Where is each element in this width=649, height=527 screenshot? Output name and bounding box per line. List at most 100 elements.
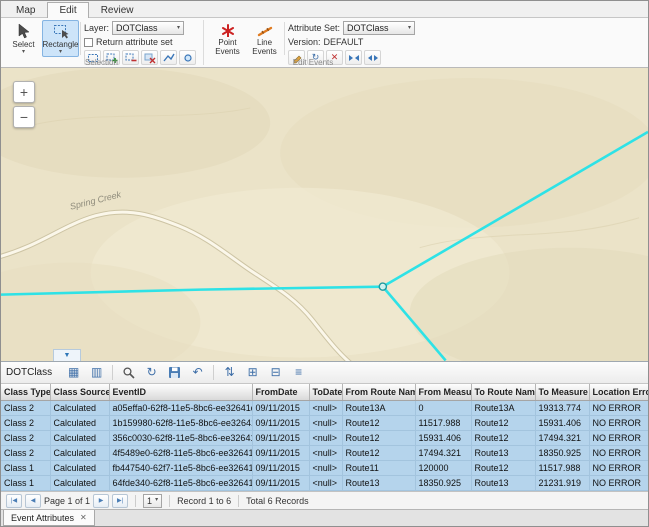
table-cell[interactable]: 11517.988 xyxy=(415,416,471,431)
column-header[interactable]: Class Source xyxy=(50,384,109,401)
return-attribute-set-checkbox[interactable] xyxy=(84,38,93,47)
table-row[interactable]: Class 2Calculateda05effa0-62f8-11e5-8bc6… xyxy=(1,401,649,416)
table-cell[interactable]: Route12 xyxy=(342,416,415,431)
refresh-records-button[interactable]: ↻ xyxy=(141,363,162,382)
table-cell[interactable]: 356c0030-62f8-11e5-8bc6-ee32641d5ec9 xyxy=(109,431,252,446)
table-row[interactable]: Class 1Calculated64fde340-62f8-11e5-8bc6… xyxy=(1,476,649,491)
layer-select[interactable]: DOTClass ▾ xyxy=(112,21,184,35)
panel-options-button[interactable]: ≡ xyxy=(288,363,309,382)
select-tool-button[interactable]: Select ▾ xyxy=(5,20,42,57)
table-cell[interactable]: a05effa0-62f8-11e5-8bc6-ee32641d5ec9 xyxy=(109,401,252,416)
rectangle-select-tool-button[interactable]: Rectangle ▾ xyxy=(42,20,79,57)
table-cell[interactable]: Calculated xyxy=(50,476,109,491)
map-viewport[interactable]: Spring Creek + − ▼ xyxy=(1,68,648,361)
table-cell[interactable]: <null> xyxy=(309,476,342,491)
table-row[interactable]: Class 2Calculated1b159980-62f8-11e5-8bc6… xyxy=(1,416,649,431)
table-cell[interactable]: Route12 xyxy=(342,446,415,461)
table-cell[interactable]: Route13A xyxy=(471,401,535,416)
first-page-button[interactable]: |◀ xyxy=(6,494,22,508)
table-row[interactable]: Class 2Calculated4f5489e0-62f8-11e5-8bc6… xyxy=(1,446,649,461)
zoom-to-record-button[interactable] xyxy=(118,363,139,382)
column-header[interactable]: Class Type xyxy=(1,384,50,401)
table-cell[interactable]: NO ERROR xyxy=(589,416,649,431)
table-cell[interactable]: 17494.321 xyxy=(415,446,471,461)
table-cell[interactable]: 21231.919 xyxy=(535,476,589,491)
table-cell[interactable]: 09/11/2015 xyxy=(252,461,309,476)
table-cell[interactable]: 15931.406 xyxy=(535,416,589,431)
point-events-button[interactable]: Point Events xyxy=(209,20,246,57)
table-cell[interactable]: Route12 xyxy=(471,416,535,431)
collapse-panel-button[interactable]: ▼ xyxy=(53,349,81,361)
table-cell[interactable]: 09/11/2015 xyxy=(252,476,309,491)
tab-map[interactable]: Map xyxy=(4,2,47,17)
table-cell[interactable]: NO ERROR xyxy=(589,476,649,491)
column-header[interactable]: EventID xyxy=(109,384,252,401)
table-cell[interactable]: 19313.774 xyxy=(535,401,589,416)
table-cell[interactable]: Class 2 xyxy=(1,401,50,416)
table-cell[interactable]: Calculated xyxy=(50,461,109,476)
table-cell[interactable]: 120000 xyxy=(415,461,471,476)
last-page-button[interactable]: ▶| xyxy=(112,494,128,508)
table-cell[interactable]: Route11 xyxy=(342,461,415,476)
table-cell[interactable]: Route13 xyxy=(471,446,535,461)
save-edits-button[interactable] xyxy=(164,363,185,382)
table-view-button[interactable]: ▦ xyxy=(63,363,84,382)
tab-review[interactable]: Review xyxy=(89,2,146,17)
table-row[interactable]: Class 1Calculatedfb447540-62f7-11e5-8bc6… xyxy=(1,461,649,476)
close-tab-icon[interactable]: ✕ xyxy=(80,513,87,522)
undo-edit-button[interactable]: ↶ xyxy=(187,363,208,382)
table-cell[interactable]: 11517.988 xyxy=(535,461,589,476)
table-cell[interactable]: 1b159980-62f8-11e5-8bc6-ee32641d5ec9 xyxy=(109,416,252,431)
table-cell[interactable]: Route12 xyxy=(342,431,415,446)
table-row[interactable]: Class 2Calculated356c0030-62f8-11e5-8bc6… xyxy=(1,431,649,446)
zoom-out-button[interactable]: − xyxy=(13,106,35,128)
table-cell[interactable]: Route13 xyxy=(471,476,535,491)
table-cell[interactable]: Route13 xyxy=(342,476,415,491)
table-cell[interactable]: Calculated xyxy=(50,416,109,431)
table-cell[interactable]: Class 1 xyxy=(1,461,50,476)
table-cell[interactable]: NO ERROR xyxy=(589,446,649,461)
table-cell[interactable]: 4f5489e0-62f8-11e5-8bc6-ee32641d5ec9 xyxy=(109,446,252,461)
prev-page-button[interactable]: ◀ xyxy=(25,494,41,508)
line-events-button[interactable]: Line Events xyxy=(246,20,283,57)
sort-records-button[interactable]: ⇅ xyxy=(219,363,240,382)
table-cell[interactable]: 18350.925 xyxy=(415,476,471,491)
table-cell[interactable]: Calculated xyxy=(50,431,109,446)
column-header[interactable]: To Route Name xyxy=(471,384,535,401)
table-cell[interactable]: 09/11/2015 xyxy=(252,401,309,416)
next-page-button[interactable]: ▶ xyxy=(93,494,109,508)
event-attributes-tab[interactable]: Event Attributes ✕ xyxy=(3,510,95,526)
table-cell[interactable]: 18350.925 xyxy=(535,446,589,461)
table-cell[interactable]: NO ERROR xyxy=(589,431,649,446)
table-cell[interactable]: Route12 xyxy=(471,431,535,446)
table-cell[interactable]: Class 1 xyxy=(1,476,50,491)
table-cell[interactable]: Route12 xyxy=(471,461,535,476)
tab-edit[interactable]: Edit xyxy=(47,2,88,18)
column-header[interactable]: ToDate xyxy=(309,384,342,401)
table-cell[interactable]: 64fde340-62f8-11e5-8bc6-ee32641d5ec9 xyxy=(109,476,252,491)
table-cell[interactable]: Class 2 xyxy=(1,416,50,431)
column-header[interactable]: FromDate xyxy=(252,384,309,401)
zoom-in-button[interactable]: + xyxy=(13,81,35,103)
table-cell[interactable]: 09/11/2015 xyxy=(252,446,309,461)
table-cell[interactable]: <null> xyxy=(309,431,342,446)
page-number-input[interactable]: 1 ▾ xyxy=(143,494,162,508)
table-cell[interactable]: Class 2 xyxy=(1,431,50,446)
table-cell[interactable]: 0 xyxy=(415,401,471,416)
table-cell[interactable]: NO ERROR xyxy=(589,461,649,476)
table-cell[interactable]: 17494.321 xyxy=(535,431,589,446)
table-cell[interactable]: Class 2 xyxy=(1,446,50,461)
table-cell[interactable]: Calculated xyxy=(50,401,109,416)
table-cell[interactable]: <null> xyxy=(309,461,342,476)
table-cell[interactable]: fb447540-62f7-11e5-8bc6-ee32641d5ec9 xyxy=(109,461,252,476)
route-junction-marker[interactable] xyxy=(379,283,386,290)
column-header[interactable]: To Measure xyxy=(535,384,589,401)
add-record-button[interactable]: ⊞ xyxy=(242,363,263,382)
table-cell[interactable]: 09/11/2015 xyxy=(252,431,309,446)
remove-record-button[interactable]: ⊟ xyxy=(265,363,286,382)
table-cell[interactable]: NO ERROR xyxy=(589,401,649,416)
table-cell[interactable]: 15931.406 xyxy=(415,431,471,446)
column-header[interactable]: From Route Name xyxy=(342,384,415,401)
form-view-button[interactable]: ▥ xyxy=(86,363,107,382)
table-cell[interactable]: Calculated xyxy=(50,446,109,461)
